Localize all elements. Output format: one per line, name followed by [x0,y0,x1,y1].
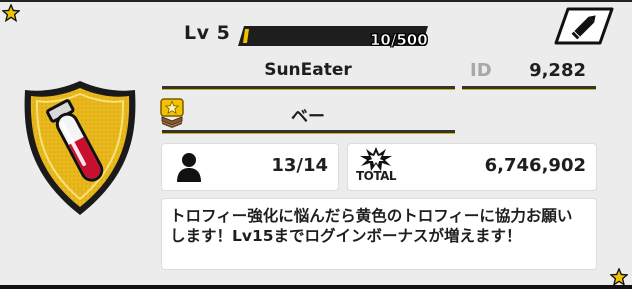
name-underline [162,86,455,90]
gold-shield-test-tube-badge-icon [24,81,136,215]
total-label: TOTAL [356,169,397,183]
edit-profile-button[interactable] [554,7,614,45]
members-box: 13/14 [162,144,338,190]
total-box: TOTAL 6,746,902 [348,144,596,190]
burst-icon [360,147,392,171]
level-label: Lv 5 [184,22,231,44]
corner-star-icon [2,4,20,22]
person-icon [177,153,201,182]
player-name: SunEater [264,60,352,80]
team-underline [162,130,455,134]
members-count: 13/14 [271,155,328,176]
team-name: ベー [291,107,325,127]
total-value: 6,746,902 [484,155,586,176]
id-label: ID [470,60,492,81]
id-value: 9,282 [529,60,586,81]
profile-panel: Lv 5 10/500 SunEater ID 9,282 ベー 13/14 T… [0,0,632,289]
xp-text: 10/500 [370,31,428,50]
corner-star-icon [610,268,628,285]
comment-box: トロフィー強化に悩んだら黄色のトロフィーに協力お願いします！Lv15までログイン… [162,199,596,269]
profile-comment: トロフィー強化に悩んだら黄色のトロフィーに協力お願いします！Lv15までログイン… [170,207,573,245]
id-underline [462,86,596,90]
